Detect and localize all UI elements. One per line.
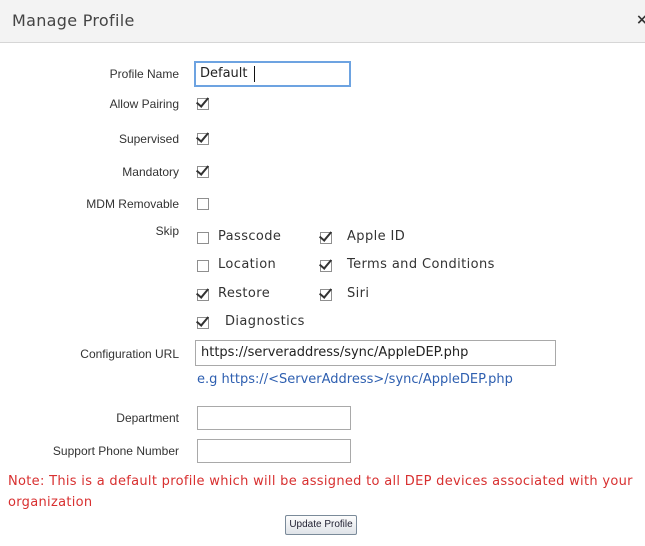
checkmark-icon (318, 228, 333, 242)
skip-diagnostics-label: Diagnostics (225, 314, 305, 329)
configuration-url-hint: e.g https://<ServerAddress>/sync/AppleDE… (197, 372, 513, 387)
mandatory-label: Mandatory (122, 165, 179, 179)
skip-restore-label: Restore (218, 286, 271, 301)
mandatory-checkbox[interactable] (195, 162, 210, 178)
skip-siri-checkbox[interactable] (318, 285, 333, 301)
skip-location-label: Location (218, 257, 277, 272)
skip-terms-checkbox[interactable] (318, 256, 333, 272)
configuration-url-label: Configuration URL (80, 347, 179, 361)
profile-name-input[interactable]: Default (194, 61, 351, 87)
skip-passcode-label: Passcode (218, 229, 282, 244)
close-icon[interactable]: × (636, 12, 645, 28)
default-profile-note: Note: This is a default profile which wi… (8, 474, 633, 510)
department-label: Department (116, 411, 179, 425)
update-profile-button[interactable]: Update Profile (285, 515, 357, 535)
mdm-removable-checkbox[interactable] (197, 198, 209, 210)
supervised-checkbox[interactable] (195, 129, 210, 145)
skip-restore-checkbox[interactable] (195, 285, 210, 301)
checkmark-icon (318, 256, 333, 270)
allow-pairing-checkbox[interactable] (195, 94, 210, 110)
profile-name-label: Profile Name (109, 67, 179, 81)
allow-pairing-label: Allow Pairing (109, 97, 179, 111)
configuration-url-input[interactable]: https://serveraddress/sync/AppleDEP.php (195, 340, 556, 366)
supervised-label: Supervised (118, 132, 179, 146)
checkmark-icon (195, 94, 210, 108)
skip-location-checkbox[interactable] (197, 260, 209, 272)
skip-terms-label: Terms and Conditions (347, 257, 495, 272)
configuration-url-value: https://serveraddress/sync/AppleDEP.php (201, 345, 469, 360)
checkmark-icon (195, 162, 210, 176)
dialog-titlebar: Manage Profile × (0, 0, 645, 43)
skip-apple-id-label: Apple ID (347, 229, 406, 244)
profile-name-value: Default (200, 66, 248, 81)
text-cursor (254, 66, 255, 82)
skip-diagnostics-checkbox[interactable] (195, 313, 210, 329)
support-phone-label: Support Phone Number (52, 444, 179, 458)
checkmark-icon (318, 285, 333, 299)
skip-label: Skip (155, 224, 179, 238)
support-phone-input[interactable] (197, 439, 351, 463)
checkmark-icon (195, 313, 210, 327)
manage-profile-dialog: Manage Profile × Profile Name Default Al… (0, 0, 645, 546)
checkmark-icon (195, 285, 210, 299)
checkmark-icon (195, 129, 210, 143)
skip-siri-label: Siri (347, 286, 370, 301)
skip-apple-id-checkbox[interactable] (318, 228, 333, 244)
dialog-title: Manage Profile (12, 11, 135, 30)
mdm-removable-label: MDM Removable (86, 197, 179, 211)
department-input[interactable] (197, 406, 351, 430)
skip-passcode-checkbox[interactable] (197, 232, 209, 244)
